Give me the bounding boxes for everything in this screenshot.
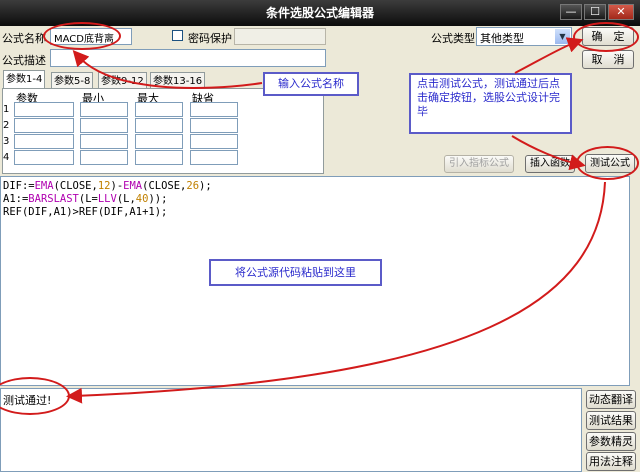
arrow-to-test-button: [511, 135, 586, 171]
arrow-to-status: [66, 181, 606, 404]
arrow-to-name-field: [72, 50, 263, 89]
annotation-arrows: [66, 37, 606, 404]
arrow-to-ok-button: [514, 37, 584, 74]
